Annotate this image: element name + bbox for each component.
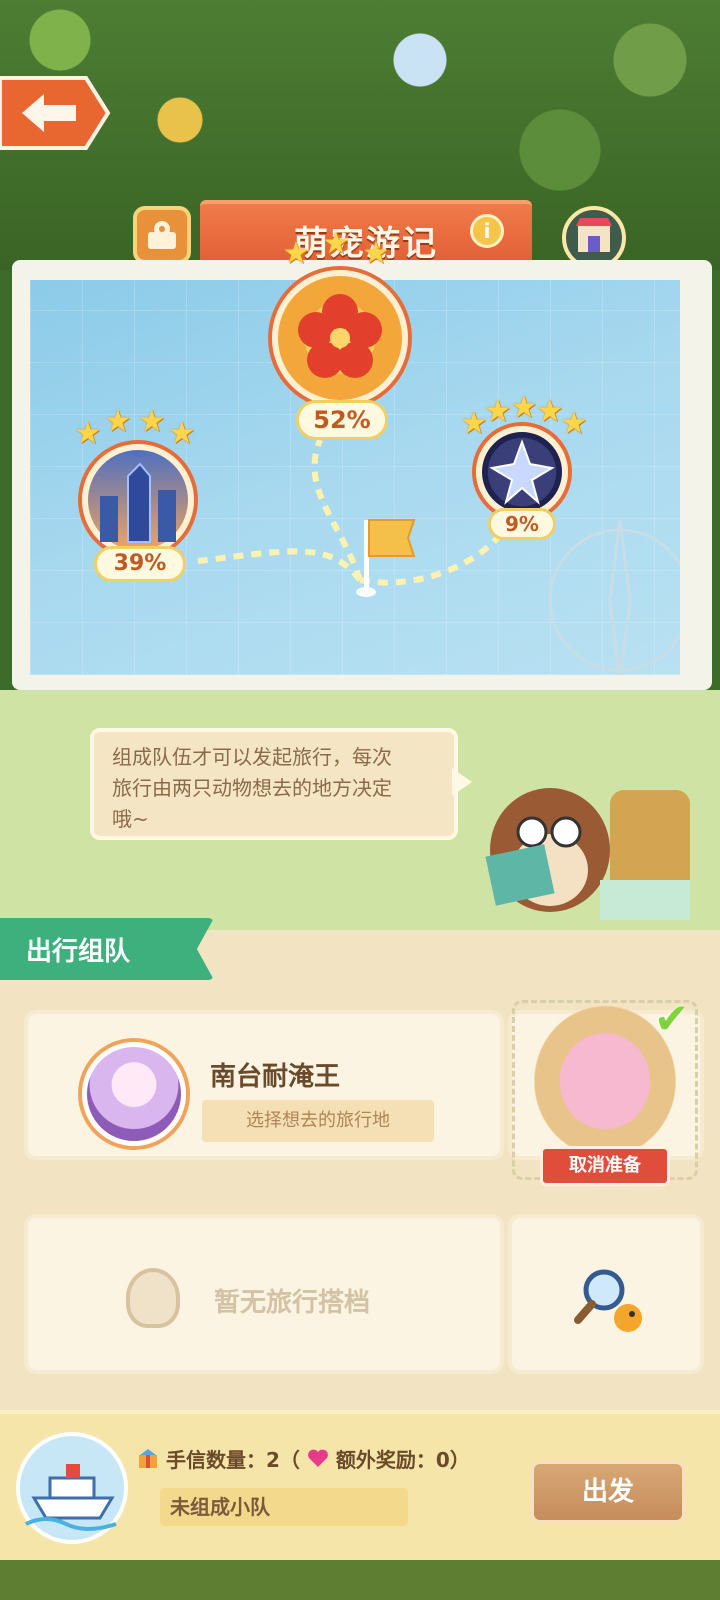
star-icon: ★ xyxy=(138,404,166,439)
crystal-star-icon xyxy=(476,426,568,518)
player-name: 南台耐淹王 xyxy=(210,1062,341,1092)
star-icon: ★ xyxy=(362,236,390,271)
bubble-tail xyxy=(452,768,472,796)
team-status: 未组成小队 xyxy=(160,1488,408,1526)
empty-partner-label: 暂无旅行搭档 xyxy=(214,1288,371,1318)
bonus-label: 额外奖励：0） xyxy=(335,1447,470,1472)
check-icon: ✔ xyxy=(654,994,690,1043)
avatar[interactable] xyxy=(82,1042,186,1146)
magnifier-icon xyxy=(574,1269,642,1332)
shop-icon xyxy=(576,218,612,252)
ship-icon xyxy=(16,1432,128,1544)
plum-blossom-icon xyxy=(272,270,408,406)
map-pin-icon xyxy=(148,221,176,249)
destination-percent: 39% xyxy=(94,546,186,582)
star-icon: ★ xyxy=(282,236,310,271)
depart-button[interactable]: 出发 xyxy=(530,1460,686,1524)
tip-bubble: 组成队伍才可以发起旅行，每次 旅行由两只动物想去的地方决定 哦~ xyxy=(90,728,458,840)
search-partner-button[interactable] xyxy=(570,1260,650,1340)
team-tab: 出行组队 xyxy=(0,918,214,980)
tip-line-2: 旅行由两只动物想去的地方决定 xyxy=(112,776,392,800)
gift-icon xyxy=(136,1446,160,1470)
map-button[interactable] xyxy=(133,206,191,264)
star-icon: ★ xyxy=(510,390,538,425)
tip-line-3: 哦~ xyxy=(112,807,149,831)
star-icon: ★ xyxy=(104,404,132,439)
star-icon: ★ xyxy=(560,406,588,441)
team-tab-label: 出行组队 xyxy=(26,937,131,967)
info-icon[interactable]: i xyxy=(470,214,504,248)
letters-label: 手信数量：2（ xyxy=(166,1447,300,1472)
guide-bird-icon xyxy=(485,788,690,920)
start-flag xyxy=(350,510,420,600)
heart-icon xyxy=(306,1446,330,1470)
star-icon: ★ xyxy=(168,416,196,451)
city-skyline-icon xyxy=(82,444,194,556)
bottom-strip xyxy=(0,1560,720,1600)
flag-icon xyxy=(356,519,416,597)
tip-line-1: 组成队伍才可以发起旅行，每次 xyxy=(112,745,392,769)
choose-destination-button[interactable]: 选择想去的旅行地 xyxy=(202,1100,434,1142)
arrow-left-icon xyxy=(0,76,111,150)
empty-egg-icon xyxy=(126,1268,180,1328)
back-button[interactable] xyxy=(0,74,112,152)
star-icon: ★ xyxy=(484,394,512,429)
letters-count-row: 手信数量：2（ 额外奖励：0） xyxy=(136,1444,470,1472)
cancel-ready-button[interactable]: 取消准备 xyxy=(540,1146,670,1186)
star-icon: ★ xyxy=(74,416,102,451)
destination-percent: 9% xyxy=(488,508,556,540)
star-icon: ★ xyxy=(322,226,350,261)
destination-percent: 52% xyxy=(296,400,388,440)
